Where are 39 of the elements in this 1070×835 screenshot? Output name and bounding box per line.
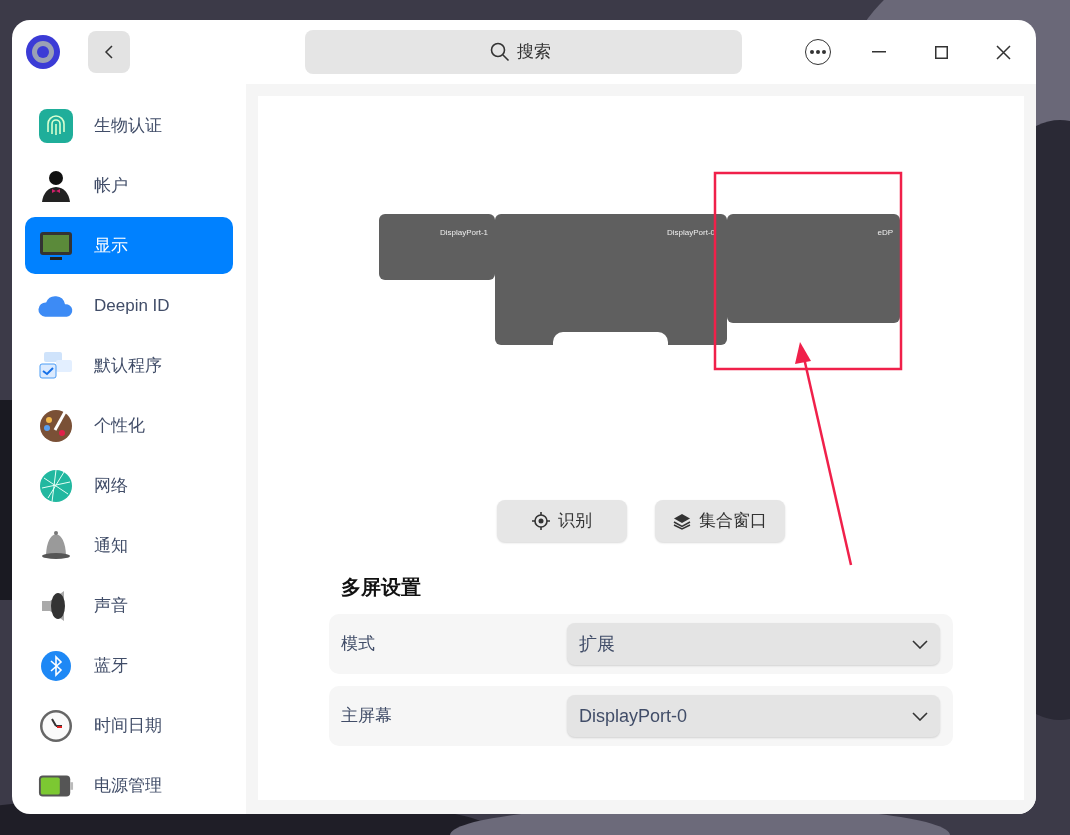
layers-icon <box>673 512 691 530</box>
identify-button[interactable]: 识别 <box>497 500 627 542</box>
sidebar-item[interactable]: 蓝牙 <box>25 637 233 694</box>
search-field[interactable]: 搜索 <box>305 30 742 74</box>
monitor-block[interactable]: eDP <box>727 214 900 323</box>
monitor-label: eDP <box>877 227 893 237</box>
maximize-icon <box>934 45 948 59</box>
monitor-label: DisplayPort-1 <box>440 227 488 237</box>
monitor-label: DisplayPort-0 <box>667 227 715 237</box>
monitor-block[interactable]: DisplayPort-1 <box>379 214 495 280</box>
sidebar-item[interactable]: 显示 <box>25 217 233 274</box>
sidebar-item[interactable]: 个性化 <box>25 397 233 454</box>
palette-icon <box>38 407 74 444</box>
clock-icon <box>38 707 74 744</box>
sidebar-item[interactable]: 声音 <box>25 577 233 634</box>
search-icon <box>490 42 510 62</box>
chevron-down-icon <box>912 639 928 649</box>
gather-windows-button[interactable]: 集合窗口 <box>655 500 785 542</box>
sidebar-item[interactable]: 时间日期 <box>25 697 233 754</box>
chevron-left-icon <box>104 45 114 59</box>
sidebar-item[interactable]: 默认程序 <box>25 337 233 394</box>
sidebar-item[interactable]: 电源管理 <box>25 757 233 814</box>
monitor-block[interactable]: DisplayPort-0 <box>495 214 727 345</box>
section-title: 多屏设置 <box>340 575 422 600</box>
dropdown[interactable]: DisplayPort-0 <box>567 695 940 737</box>
chevron-down-icon <box>912 711 928 721</box>
minimize-icon <box>872 51 886 53</box>
sidebar-item[interactable]: 网络 <box>25 457 233 514</box>
sidebar-item[interactable]: Deepin ID <box>25 277 233 334</box>
sidebar-item[interactable]: 通知 <box>25 517 233 574</box>
sidebar-item[interactable]: 生物认证 <box>25 97 233 154</box>
globe-icon <box>38 467 74 504</box>
dropdown[interactable]: 扩展 <box>567 623 940 665</box>
close-icon <box>995 44 1011 60</box>
sidebar-item[interactable]: 帐户 <box>25 157 233 214</box>
target-icon <box>532 512 550 530</box>
setting-label: 模式 <box>341 633 376 656</box>
setting-label: 主屏幕 <box>341 705 393 728</box>
fingerprint-icon <box>38 107 74 144</box>
